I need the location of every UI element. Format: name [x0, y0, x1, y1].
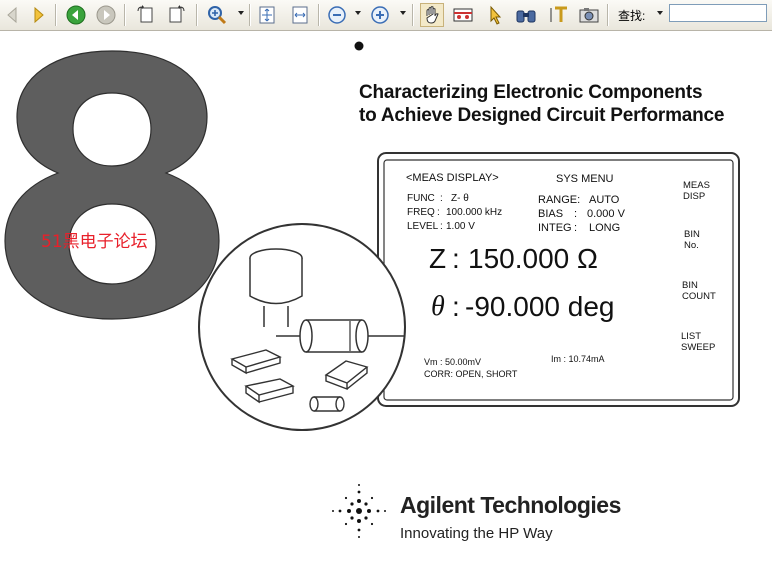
rotate-cw-icon[interactable] [134, 3, 158, 27]
theta-value: -90.000 deg [465, 291, 615, 322]
z-label: Z [429, 243, 447, 274]
cover-title-line1: Characterizing Electronic Components [359, 82, 703, 103]
range-label: RANGE: [538, 194, 581, 206]
zoom-out-icon[interactable] [325, 3, 349, 27]
zoom-out-dropdown-icon[interactable] [355, 11, 361, 15]
softkey-meas-disp[interactable]: MEAS DISP [683, 180, 710, 202]
im-readout: Im : 10.74mA [551, 354, 605, 364]
camera-icon[interactable] [577, 3, 601, 27]
display-header-right: SYS MENU [556, 173, 614, 185]
zoom-plus-dropdown-icon[interactable] [400, 11, 406, 15]
brand-name: Agilent Technologies [400, 492, 621, 518]
fit-width-icon[interactable] [288, 3, 312, 27]
zoom-in-icon[interactable] [205, 3, 229, 27]
brand-tagline: Innovating the HP Way [400, 525, 553, 542]
func-value: Z- θ [451, 193, 469, 204]
bullet-dot [354, 41, 364, 51]
cover-title: Characterizing Electronic Components to … [359, 81, 724, 127]
freq-label: FREQ [407, 207, 435, 218]
bias-value: 0.000 V [587, 208, 625, 220]
zoom-dropdown-icon[interactable] [238, 11, 244, 15]
find-input[interactable] [669, 4, 767, 22]
freq-value: 100.000 kHz [446, 207, 503, 218]
hand-tool-icon[interactable] [420, 3, 444, 27]
vm-readout: Vm : 50.00mV [424, 357, 482, 367]
softkey-list-sweep[interactable]: LIST SWEEP [681, 331, 715, 353]
range-value: AUTO [589, 194, 620, 206]
chapter-number-graphic [4, 50, 220, 320]
back-icon[interactable] [0, 3, 24, 27]
components-illustration [198, 223, 406, 431]
softkey-bin-no[interactable]: BIN No. [684, 229, 700, 251]
level-label: LEVEL [407, 221, 439, 232]
z-value: 150.000 Ω [468, 243, 598, 274]
snapshot-icon[interactable] [451, 3, 475, 27]
integ-value: LONG [589, 222, 621, 234]
watermark-text: 51黑电子论坛 [41, 232, 148, 252]
bias-label: BIAS [538, 208, 564, 220]
find-options-dropdown-icon[interactable] [657, 11, 663, 15]
find-label: 查找: [618, 9, 646, 23]
func-label: FUNC [407, 193, 435, 204]
find-icon[interactable] [514, 3, 538, 27]
cover-title-line2: to Achieve Designed Circuit Performance [359, 105, 725, 126]
text-select-icon[interactable] [548, 3, 572, 27]
rotate-ccw-icon[interactable] [164, 3, 188, 27]
toolbar: 查找: [0, 0, 772, 31]
display-header-left: <MEAS DISPLAY> [406, 172, 499, 184]
integ-label: INTEG [538, 222, 572, 234]
prev-view-icon[interactable] [64, 3, 88, 27]
theta-label: θ [431, 291, 445, 322]
document-page: Characterizing Electronic Components to … [0, 31, 772, 586]
select-icon[interactable] [483, 3, 507, 27]
forward-icon[interactable] [27, 3, 51, 27]
softkey-bin-count[interactable]: BIN COUNT [682, 280, 716, 302]
agilent-spark-logo [332, 484, 386, 538]
fit-page-icon[interactable] [255, 3, 279, 27]
next-view-icon[interactable] [94, 3, 118, 27]
zoom-plus-icon[interactable] [368, 3, 392, 27]
level-value: 1.00 V [446, 221, 475, 232]
corr-readout: CORR: OPEN, SHORT [424, 369, 518, 379]
